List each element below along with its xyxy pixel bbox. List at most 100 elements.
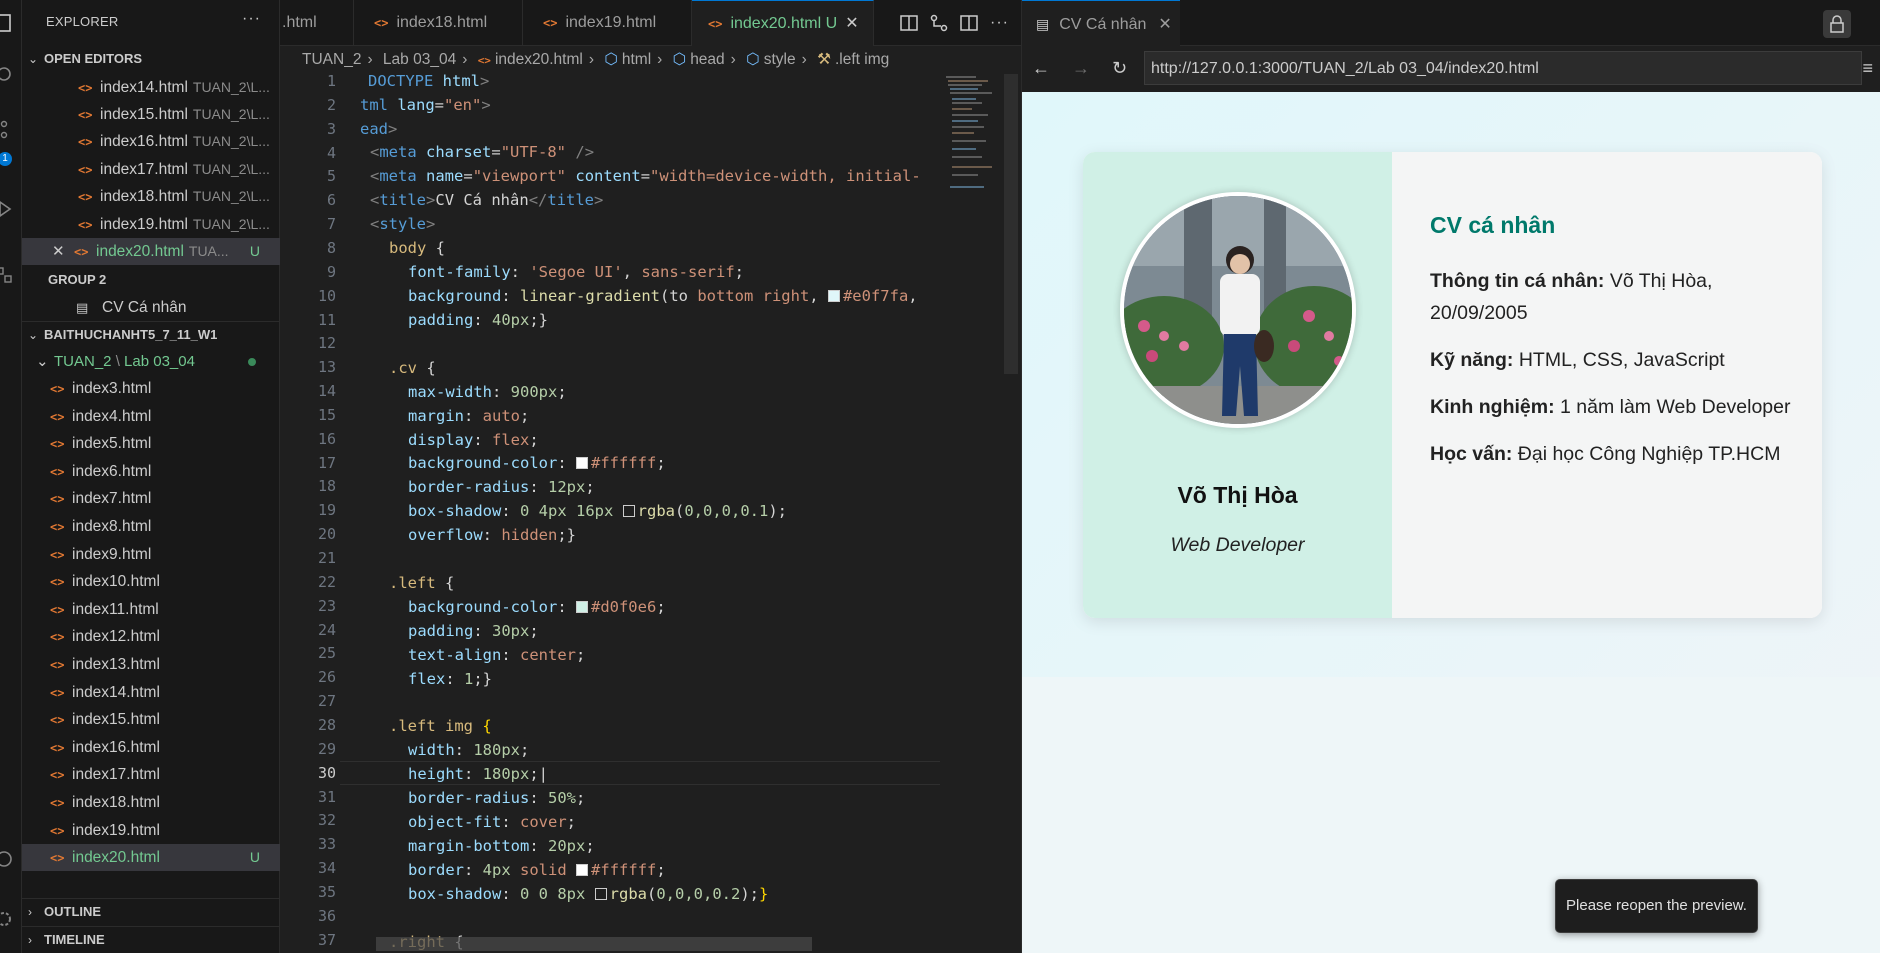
lock-icon[interactable] — [1823, 10, 1851, 38]
tab-cv-preview[interactable]: ▤ CV Cá nhân ✕ — [1022, 0, 1180, 46]
outline-header[interactable]: › OUTLINE — [22, 898, 280, 924]
code-line: width: 180px; — [408, 741, 530, 759]
line-number: 7 — [326, 215, 336, 233]
html-file-icon: <> — [50, 796, 65, 810]
menu-icon[interactable]: ≡ — [1862, 58, 1873, 79]
folder-tuan2-lab[interactable]: ⌄ TUAN_2 \ Lab 03_04 — [22, 348, 280, 375]
html-file-icon: <> — [50, 492, 65, 506]
preview-nav-bar: ← → ↻ http://127.0.0.1:3000/TUAN_2/Lab 0… — [1022, 46, 1880, 92]
more-actions-icon[interactable]: ··· — [990, 14, 1009, 32]
breadcrumb-item[interactable]: TUAN_2 — [302, 51, 361, 68]
html-file-icon: <> — [78, 190, 93, 204]
code-area[interactable]: 1 2 3 4 5 6 7 8 9 10 11 12 13 14 15 16 17 18 19 20 21 22 23 24 2… — [280, 74, 1021, 953]
files-icon[interactable] — [0, 10, 22, 34]
file-item[interactable]: <> index7.html — [22, 485, 280, 512]
account-icon[interactable] — [0, 846, 22, 870]
line-number: 34 — [317, 859, 336, 877]
code-line: height: 180px;| — [408, 765, 549, 783]
line-number: 26 — [317, 668, 336, 686]
open-editor-item[interactable]: <> index16.html TUAN_2\L... — [22, 128, 280, 155]
chevron-down-icon: ⌄ — [28, 52, 39, 66]
vertical-scrollbar[interactable] — [1004, 74, 1018, 374]
file-item[interactable]: <> index18.html — [22, 789, 280, 816]
minimap[interactable] — [944, 74, 1004, 214]
breadcrumb-item[interactable]: html — [622, 51, 651, 68]
open-preview-icon[interactable] — [900, 14, 918, 32]
html-file-icon: <> — [50, 603, 65, 617]
breadcrumb-item[interactable]: index20.html — [495, 51, 583, 68]
tab-index17[interactable]: .html — [280, 0, 354, 46]
open-editor-item[interactable]: <> index19.html TUAN_2\L... — [22, 211, 280, 238]
cv-info-row: Thông tin cá nhân: Võ Thị Hòa, 20/09/200… — [1430, 270, 1713, 324]
file-item[interactable]: <> index14.html — [22, 679, 280, 706]
html-file-icon: <> — [50, 741, 65, 755]
close-icon[interactable]: ✕ — [52, 238, 74, 265]
url-bar[interactable]: http://127.0.0.1:3000/TUAN_2/Lab 03_04/i… — [1144, 51, 1862, 85]
forward-icon[interactable]: → — [1072, 58, 1090, 79]
run-debug-icon[interactable] — [0, 196, 22, 220]
activity-bar: 1 — [0, 0, 22, 953]
code-line: <meta charset="UTF-8" /> — [370, 143, 595, 161]
group-2-item[interactable]: ▤ CV Cá nhân — [22, 294, 280, 321]
file-item[interactable]: <> index13.html — [22, 651, 280, 678]
file-item[interactable]: <> index15.html — [22, 706, 280, 733]
breadcrumb-item[interactable]: .left img — [835, 51, 889, 68]
file-item[interactable]: <> index10.html — [22, 568, 280, 595]
manage-gear-icon[interactable] — [0, 906, 22, 930]
open-editor-item[interactable]: <> index18.html TUAN_2\L... — [22, 183, 280, 210]
extensions-icon[interactable] — [0, 262, 22, 286]
file-item[interactable]: <> index11.html — [22, 596, 280, 623]
open-editor-item[interactable]: <> index14.html TUAN_2\L... — [22, 74, 280, 101]
file-item[interactable]: <> index3.html — [22, 375, 280, 402]
file-item[interactable]: <> index6.html — [22, 458, 280, 485]
workspace-header[interactable]: ⌄ BAITHUCHANHT5_7_11_W1 — [22, 321, 280, 347]
tab-index20[interactable]: <> index20.html U ✕ — [692, 0, 874, 46]
line-number: 15 — [317, 406, 336, 424]
file-item[interactable]: <> index20.html U — [22, 844, 280, 871]
breadcrumb-item[interactable]: style — [764, 51, 796, 68]
file-item[interactable]: <> index8.html — [22, 513, 280, 540]
compare-changes-icon[interactable] — [930, 14, 948, 32]
open-editors-header[interactable]: ⌄ OPEN EDITORS — [22, 46, 280, 72]
file-item[interactable]: <> index17.html — [22, 761, 280, 788]
file-item[interactable]: <> index19.html — [22, 817, 280, 844]
cv-right-panel: CV cá nhân Thông tin cá nhân: Võ Thị Hòa… — [1392, 152, 1822, 618]
split-editor-icon[interactable] — [960, 14, 978, 32]
open-editor-item-active[interactable]: ✕ <> index20.html TUA... U — [22, 238, 280, 265]
close-icon[interactable]: ✕ — [1158, 16, 1171, 33]
chevron-down-icon: ⌄ — [28, 328, 39, 342]
file-item[interactable]: <> index5.html — [22, 430, 280, 457]
chevron-right-icon: › — [28, 905, 32, 919]
open-editor-item[interactable]: <> index17.html TUAN_2\L... — [22, 156, 280, 183]
file-item[interactable]: <> index12.html — [22, 623, 280, 650]
timeline-header[interactable]: › TIMELINE — [22, 926, 280, 952]
file-item[interactable]: <> index9.html — [22, 541, 280, 568]
search-icon[interactable] — [0, 62, 22, 86]
preview-icon: ▤ — [76, 300, 89, 315]
line-number: 24 — [317, 621, 336, 639]
tab-index18[interactable]: <> index18.html — [354, 0, 523, 46]
breadcrumb-item[interactable]: Lab 03_04 — [383, 51, 456, 68]
file-item[interactable]: <> index16.html — [22, 734, 280, 761]
source-control-icon[interactable] — [0, 116, 22, 140]
element-icon: ⬡ — [604, 51, 618, 68]
horizontal-scrollbar[interactable] — [376, 937, 812, 951]
breadcrumb-item[interactable]: head — [690, 51, 724, 68]
html-file-icon: <> — [374, 16, 389, 30]
line-number: 37 — [317, 931, 336, 949]
line-number: 3 — [326, 120, 336, 138]
code-line: background-color: #ffffff; — [408, 454, 666, 472]
back-icon[interactable]: ← — [1032, 58, 1050, 79]
avatar-photo — [1123, 196, 1352, 424]
open-editor-item[interactable]: <> index15.html TUAN_2\L... — [22, 101, 280, 128]
code-line: border: 4px solid #ffffff; — [408, 861, 666, 879]
reload-icon[interactable]: ↻ — [1112, 58, 1127, 79]
html-file-icon: <> — [50, 548, 65, 562]
chevron-right-icon: › — [28, 933, 32, 947]
html-file-icon: <> — [50, 465, 65, 479]
explorer-more-icon[interactable]: ··· — [242, 10, 261, 28]
reopen-preview-toast[interactable]: Please reopen the preview. — [1555, 879, 1758, 933]
file-item[interactable]: <> index4.html — [22, 403, 280, 430]
tab-index19[interactable]: <> index19.html — [523, 0, 692, 46]
close-icon[interactable]: ✕ — [845, 15, 858, 32]
